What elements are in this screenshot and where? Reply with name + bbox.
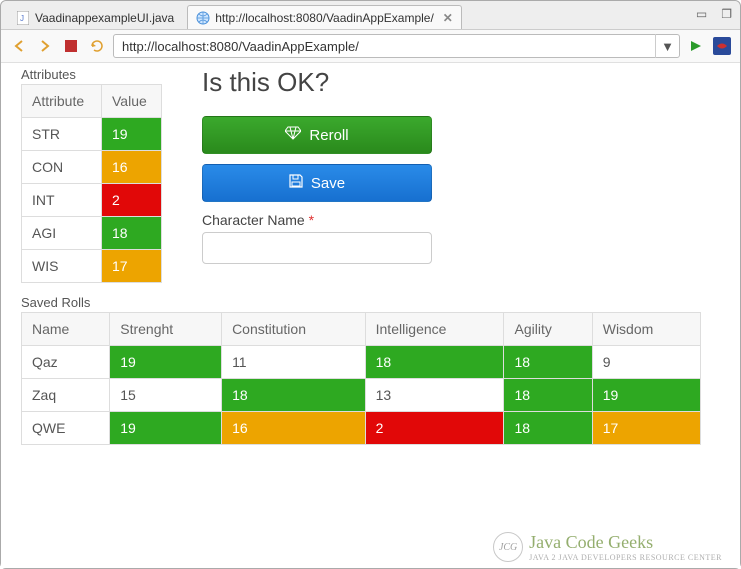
cell-wis: 19 (592, 379, 700, 412)
attr-cell-name: WIS (22, 250, 102, 283)
save-button[interactable]: Save (202, 164, 432, 202)
refresh-button[interactable] (87, 36, 107, 56)
table-row[interactable]: STR19 (22, 118, 162, 151)
watermark-sub: JAVA 2 JAVA DEVELOPERS RESOURCE CENTER (529, 553, 722, 562)
restore-icon[interactable]: ❐ (721, 7, 732, 21)
cell-agi: 18 (504, 412, 592, 445)
tab-browser[interactable]: http://localhost:8080/VaadinAppExample/ … (187, 5, 462, 29)
cell-con: 18 (222, 379, 366, 412)
attr-cell-value: 18 (102, 217, 162, 250)
tab-editor[interactable]: J VaadinappexampleUI.java (7, 5, 183, 29)
table-row[interactable]: WIS17 (22, 250, 162, 283)
attr-cell-value: 16 (102, 151, 162, 184)
cell-con: 11 (222, 346, 366, 379)
attributes-title: Attributes (21, 67, 162, 82)
java-file-icon: J (16, 11, 30, 25)
col-str: Strenght (110, 313, 222, 346)
right-panel: Is this OK? Reroll Save Character Name * (202, 67, 432, 264)
app-window: J VaadinappexampleUI.java http://localho… (0, 0, 741, 569)
col-agi: Agility (504, 313, 592, 346)
cell-agi: 18 (504, 379, 592, 412)
cell-agi: 18 (504, 346, 592, 379)
table-row[interactable]: QWE191621817 (22, 412, 701, 445)
go-button[interactable] (686, 36, 706, 56)
attr-col-attribute: Attribute (22, 85, 102, 118)
attr-cell-value: 2 (102, 184, 162, 217)
svg-text:J: J (20, 14, 24, 23)
url-dropdown[interactable]: ▼ (655, 34, 679, 58)
table-row[interactable]: CON16 (22, 151, 162, 184)
cell-name: QWE (22, 412, 110, 445)
cell-int: 18 (365, 346, 504, 379)
content-area: Attributes Attribute Value STR19CON16INT… (1, 63, 740, 568)
attr-col-value: Value (102, 85, 162, 118)
charname-input[interactable] (202, 232, 432, 264)
saved-rolls-section: Saved Rolls Name Strenght Constitution I… (21, 295, 720, 445)
cell-str: 15 (110, 379, 222, 412)
diamond-icon (285, 126, 301, 144)
reroll-button[interactable]: Reroll (202, 116, 432, 154)
cell-wis: 9 (592, 346, 700, 379)
attr-cell-name: INT (22, 184, 102, 217)
cell-int: 13 (365, 379, 504, 412)
cell-name: Zaq (22, 379, 110, 412)
forward-button[interactable] (35, 36, 55, 56)
watermark: JCG Java Code Geeks JAVA 2 JAVA DEVELOPE… (493, 532, 722, 562)
cell-name: Qaz (22, 346, 110, 379)
cell-wis: 17 (592, 412, 700, 445)
heading: Is this OK? (202, 67, 432, 98)
browser-toolbar: ▼ (1, 29, 740, 63)
minimize-icon[interactable]: ▭ (696, 7, 707, 21)
charname-label: Character Name * (202, 212, 432, 228)
cell-con: 16 (222, 412, 366, 445)
cell-int: 2 (365, 412, 504, 445)
attr-cell-value: 17 (102, 250, 162, 283)
back-button[interactable] (9, 36, 29, 56)
saved-rolls-table: Name Strenght Constitution Intelligence … (21, 312, 701, 445)
url-input[interactable] (114, 39, 655, 54)
attr-cell-value: 19 (102, 118, 162, 151)
attributes-table: Attribute Value STR19CON16INT2AGI18WIS17 (21, 84, 162, 283)
reroll-label: Reroll (309, 127, 348, 144)
table-row[interactable]: INT2 (22, 184, 162, 217)
table-row[interactable]: AGI18 (22, 217, 162, 250)
globe-icon (196, 11, 210, 25)
jcg-logo-icon: JCG (493, 532, 523, 562)
cell-str: 19 (110, 346, 222, 379)
tab-browser-label: http://localhost:8080/VaadinAppExample/ (215, 11, 434, 25)
col-int: Intelligence (365, 313, 504, 346)
attr-cell-name: CON (22, 151, 102, 184)
attr-cell-name: STR (22, 118, 102, 151)
attr-cell-name: AGI (22, 217, 102, 250)
floppy-icon (289, 174, 303, 192)
attributes-section: Attributes Attribute Value STR19CON16INT… (21, 67, 162, 283)
url-bar: ▼ (113, 34, 680, 58)
save-label: Save (311, 175, 345, 192)
watermark-main: Java Code Geeks (529, 532, 653, 552)
tab-bar: J VaadinappexampleUI.java http://localho… (1, 1, 740, 29)
table-row[interactable]: Zaq1518131819 (22, 379, 701, 412)
col-con: Constitution (222, 313, 366, 346)
cell-str: 19 (110, 412, 222, 445)
col-name: Name (22, 313, 110, 346)
table-row[interactable]: Qaz191118189 (22, 346, 701, 379)
stop-button[interactable] (61, 36, 81, 56)
tab-editor-label: VaadinappexampleUI.java (35, 11, 174, 25)
saved-rolls-title: Saved Rolls (21, 295, 720, 310)
close-icon[interactable]: ✕ (443, 11, 453, 25)
external-browser-button[interactable] (712, 36, 732, 56)
window-controls: ▭ ❐ (696, 7, 732, 21)
col-wis: Wisdom (592, 313, 700, 346)
required-star: * (309, 212, 314, 228)
